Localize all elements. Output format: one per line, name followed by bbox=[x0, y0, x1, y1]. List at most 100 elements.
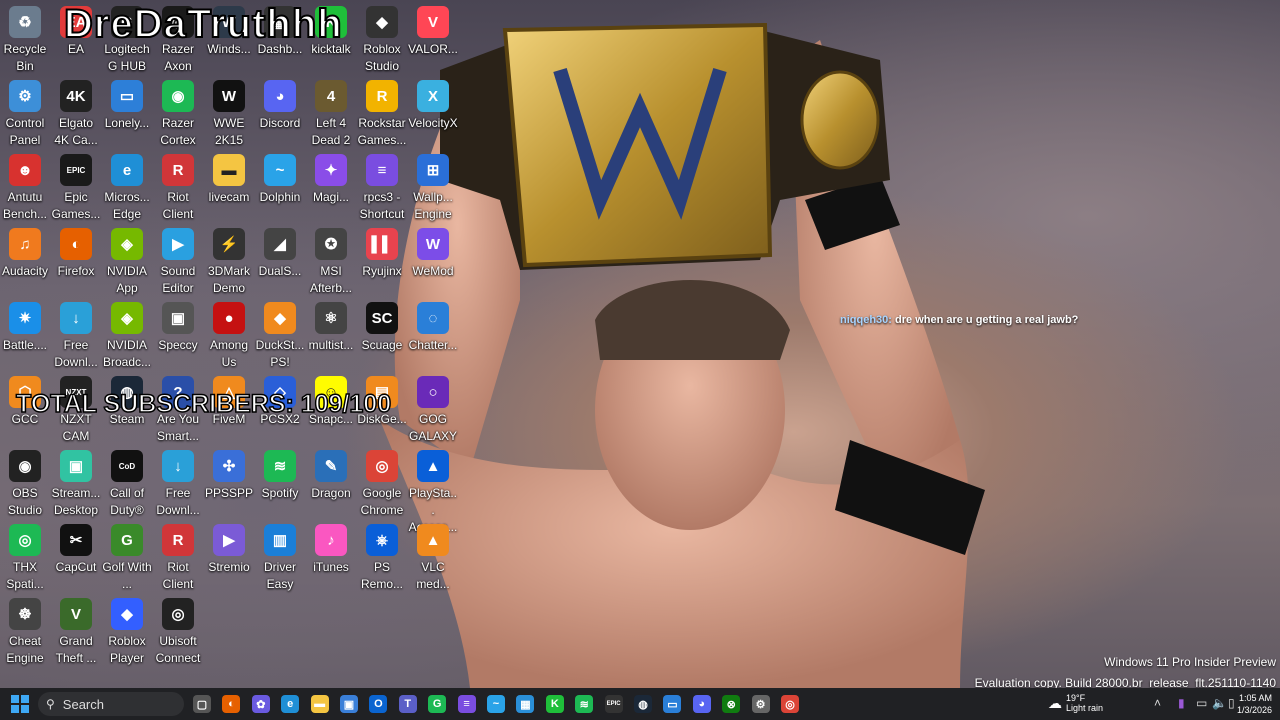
taskbar-app-button[interactable]: G bbox=[425, 692, 449, 716]
desktop-icon[interactable]: ▭ Lonely... bbox=[102, 76, 152, 132]
taskbar-search[interactable]: ⚲ Search bbox=[38, 692, 184, 716]
taskbar-app-button[interactable]: ▬ bbox=[308, 692, 332, 716]
desktop-icon[interactable]: ⊞ Wallp... Engine bbox=[408, 150, 458, 223]
desktop-icon[interactable]: ○ GOG GALAXY bbox=[408, 372, 458, 445]
taskbar-app-button[interactable]: ◍ bbox=[631, 692, 655, 716]
clock-date: 1/3/2026 bbox=[1236, 705, 1272, 715]
desktop-icon[interactable]: ● Among Us bbox=[204, 298, 254, 371]
desktop-icon[interactable]: R Rockstar Games... bbox=[357, 76, 407, 149]
desktop-icon[interactable]: ◎ Ubisoft Connect bbox=[153, 594, 203, 667]
desktop-icon[interactable]: ◎ THX Spati... bbox=[0, 520, 50, 593]
desktop-icon[interactable]: R Riot Client bbox=[153, 520, 203, 593]
volume-icon[interactable]: 🔈 bbox=[1212, 696, 1227, 710]
taskbar-app-button[interactable]: O bbox=[366, 692, 390, 716]
weather-temp: 19°F bbox=[1066, 693, 1086, 703]
desktop-icon[interactable]: ◐ Firefox bbox=[51, 224, 101, 280]
taskbar-app-button[interactable]: EPIC bbox=[602, 692, 626, 716]
taskbar-app-button[interactable]: ⚙ bbox=[749, 692, 773, 716]
desktop-icon[interactable]: ▲ VLC med... bbox=[408, 520, 458, 593]
desktop-icon[interactable]: G Golf With ... bbox=[102, 520, 152, 593]
desktop-icon[interactable]: ◆ Roblox Studio bbox=[357, 2, 407, 75]
taskbar-app-button[interactable]: ◕ bbox=[690, 692, 714, 716]
taskbar-app-button[interactable]: ⊗ bbox=[719, 692, 743, 716]
desktop-icon[interactable]: ◕ Discord bbox=[255, 76, 305, 132]
taskbar-app-button[interactable]: ~ bbox=[484, 692, 508, 716]
chevron-up-icon[interactable]: ˄ bbox=[1154, 696, 1161, 710]
desktop-icon[interactable]: ▥ Driver Easy bbox=[255, 520, 305, 593]
desktop-icon[interactable]: W WWE 2K15 bbox=[204, 76, 254, 149]
desktop-icon[interactable]: X VelocityX bbox=[408, 76, 458, 132]
desktop-icon[interactable]: ◈ NVIDIA Broadc... bbox=[102, 298, 152, 371]
desktop-icon[interactable]: 4K Elgato 4K Ca... bbox=[51, 76, 101, 149]
desktop-icon[interactable]: ◌ Chatter... bbox=[408, 298, 458, 354]
desktop-icon[interactable]: ◎ Google Chrome bbox=[357, 446, 407, 519]
desktop-icon[interactable]: ☸ Cheat Engine bbox=[0, 594, 50, 667]
desktop-icon[interactable]: ☻ Antutu Bench... bbox=[0, 150, 50, 223]
desktop-icon[interactable]: ◉ OBS Studio bbox=[0, 446, 50, 519]
desktop-icon[interactable]: ⚡ 3DMark Demo bbox=[204, 224, 254, 297]
desktop-icon-label: OBS Studio bbox=[7, 486, 43, 517]
desktop-icon[interactable]: ▣ Stream... Desktop bbox=[51, 446, 101, 519]
taskbar-app-button[interactable]: ▢ bbox=[190, 692, 214, 716]
desktop-icon[interactable]: ~ Dolphin bbox=[255, 150, 305, 206]
desktop-icon[interactable]: ✎ Dragon bbox=[306, 446, 356, 502]
battery-icon[interactable]: ▯ bbox=[1228, 696, 1235, 710]
desktop-icon[interactable]: SC Scuage bbox=[357, 298, 407, 354]
desktop-icon[interactable]: ♫ Audacity bbox=[0, 224, 50, 280]
desktop-icon[interactable]: ◆ Roblox Player bbox=[102, 594, 152, 667]
desktop-icon[interactable]: ↓ Free Downl... bbox=[51, 298, 101, 371]
desktop-icon[interactable]: 4 Left 4 Dead 2 bbox=[306, 76, 356, 149]
desktop-icon[interactable]: ✪ MSI Afterb... bbox=[306, 224, 356, 297]
desktop-icon[interactable]: ↓ Free Downl... bbox=[153, 446, 203, 519]
desktop-icon[interactable]: W WeMod bbox=[408, 224, 458, 280]
taskbar-app-button[interactable]: ▦ bbox=[513, 692, 537, 716]
taskbar-app-button[interactable]: ◐ bbox=[219, 692, 243, 716]
desktop-icon[interactable]: ⚛ multist... bbox=[306, 298, 356, 354]
subscriber-counter: TOTAL SUBSCRIBERS: 109/100 bbox=[15, 389, 392, 419]
desktop-icon[interactable]: EPIC Epic Games... bbox=[51, 150, 101, 223]
taskbar-app-button[interactable]: e bbox=[278, 692, 302, 716]
desktop-icon[interactable]: V VALOR... bbox=[408, 2, 458, 58]
desktop-icon[interactable]: ✦ Magi... bbox=[306, 150, 356, 206]
taskbar-app-button[interactable]: ≡ bbox=[455, 692, 479, 716]
start-button[interactable] bbox=[8, 692, 32, 716]
desktop-icon[interactable]: ≋ Spotify bbox=[255, 446, 305, 502]
taskbar-app-button[interactable]: ▭ bbox=[660, 692, 684, 716]
network-icon[interactable]: ▭ bbox=[1196, 696, 1207, 710]
taskbar-app-button[interactable]: ✿ bbox=[249, 692, 273, 716]
desktop-icon[interactable]: ✣ PPSSPP bbox=[204, 446, 254, 502]
desktop-icon[interactable]: ▶ Sound Editor bbox=[153, 224, 203, 297]
desktop-icon[interactable]: ▬ livecam bbox=[204, 150, 254, 206]
desktop-icon[interactable]: ◈ NVIDIA App bbox=[102, 224, 152, 297]
clock[interactable]: 1:05 AM 1/3/2026 bbox=[1237, 692, 1272, 716]
desktop-icon[interactable]: ♻ Recycle Bin bbox=[0, 2, 50, 75]
desktop-icon[interactable]: ▣ Speccy bbox=[153, 298, 203, 354]
desktop-icon[interactable]: ⚙ Control Panel bbox=[0, 76, 50, 149]
taskbar-app-button[interactable]: K bbox=[543, 692, 567, 716]
desktop-icon[interactable]: CoD Call of Duty® bbox=[102, 446, 152, 519]
game-bar-icon: G bbox=[428, 695, 447, 713]
velocityx-icon: X bbox=[417, 80, 449, 112]
desktop-icon[interactable]: ◢ DualS... bbox=[255, 224, 305, 280]
desktop-icon[interactable]: ≡ rpcs3 - Shortcut bbox=[357, 150, 407, 223]
weather-widget[interactable]: ☁ 19°F Light rain bbox=[1048, 693, 1103, 713]
taskbar-app-button[interactable]: ≋ bbox=[572, 692, 596, 716]
file-explorer-icon: ▬ bbox=[310, 695, 329, 713]
desktop-icon[interactable]: e Micros... Edge bbox=[102, 150, 152, 223]
desktop-icon[interactable]: ✂ CapCut bbox=[51, 520, 101, 576]
desktop-icon[interactable]: ⎈ PS Remo... bbox=[357, 520, 407, 593]
desktop-icon[interactable]: V Grand Theft ... bbox=[51, 594, 101, 667]
desktop-icon[interactable]: ♪ iTunes bbox=[306, 520, 356, 576]
desktop-icon[interactable]: ✷ Battle.... bbox=[0, 298, 50, 354]
twitch-tray-icon[interactable]: ▮ bbox=[1178, 696, 1185, 710]
spotify-icon: ≋ bbox=[575, 695, 594, 713]
taskbar-app-button[interactable]: T bbox=[396, 692, 420, 716]
taskbar-app-button[interactable]: ◎ bbox=[778, 692, 802, 716]
desktop-icon[interactable]: ▶ Stremio bbox=[204, 520, 254, 576]
desktop-icon[interactable]: ◉ Razer Cortex bbox=[153, 76, 203, 149]
desktop-icon[interactable]: R Riot Client bbox=[153, 150, 203, 223]
desktop-icon[interactable]: ◆ DuckSt... PS! bbox=[255, 298, 305, 371]
desktop-icon-label: VelocityX bbox=[408, 116, 458, 130]
taskbar-app-button[interactable]: ▣ bbox=[337, 692, 361, 716]
desktop-icon[interactable]: ▌▌ Ryujinx bbox=[357, 224, 407, 280]
